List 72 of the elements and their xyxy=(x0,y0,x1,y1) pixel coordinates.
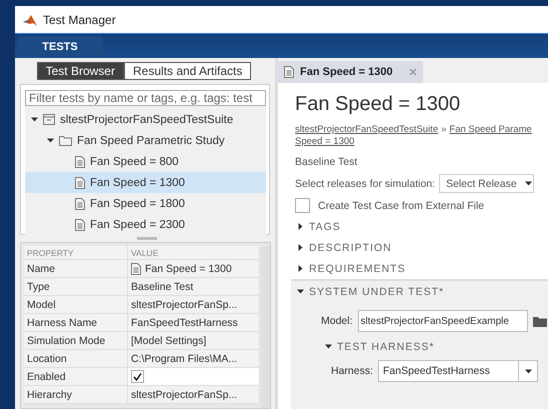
subsection-header[interactable]: TEST HARNESS* xyxy=(295,336,548,357)
tree-item[interactable]: Fan Speed = 800 xyxy=(25,151,266,172)
document-icon xyxy=(131,262,141,274)
tree-item-label: Fan Speed = 1300 xyxy=(90,176,185,188)
property-name: Location xyxy=(24,350,128,367)
tree-item[interactable]: Fan Speed Parametric Study xyxy=(25,130,266,151)
field-label: Harness: xyxy=(331,365,374,377)
property-value: sltestProjectorFanSp... xyxy=(128,386,260,403)
property-value-text: Fan Speed = 1300 xyxy=(145,262,232,274)
scrollbar[interactable] xyxy=(261,246,270,408)
property-name: Harness Name xyxy=(24,314,128,331)
document-icon xyxy=(75,218,85,230)
tree-item-label: Fan Speed Parametric Study xyxy=(77,134,225,146)
checkbox[interactable] xyxy=(295,198,310,213)
document-icon xyxy=(75,176,85,188)
folder-icon xyxy=(532,316,547,326)
section-header[interactable]: DESCRIPTION xyxy=(295,237,548,258)
window-title: Test Manager xyxy=(43,12,116,26)
tree-item-label: sltestProjectorFanSpeedTestSuite xyxy=(60,114,234,126)
property-name: Hierarchy xyxy=(24,386,128,403)
release-dropdown[interactable]: Select Release xyxy=(439,174,534,193)
property-value: C:\Program Files\MA... xyxy=(128,350,260,367)
breadcrumb-link[interactable]: Speed = 1300 xyxy=(295,136,354,147)
tree-item-label: Fan Speed = 800 xyxy=(90,156,179,168)
harness-dropdown[interactable]: FanSpeedTestHarness xyxy=(378,360,538,382)
checkmark-icon xyxy=(133,372,142,380)
tree-item[interactable]: Fan Speed = 2300 xyxy=(25,214,266,235)
property-name: Type xyxy=(24,278,128,295)
page-title: Fan Speed = 1300 xyxy=(295,93,462,116)
tree-item[interactable]: Fan Speed = 1300 xyxy=(25,172,266,193)
property-value: FanSpeedTestHarness xyxy=(128,314,260,331)
breadcrumb-link[interactable]: sltestProjectorFanSpeedTestSuite xyxy=(295,124,438,135)
property-name: Simulation Mode xyxy=(24,332,128,349)
checkbox-label: Create Test Case from External File xyxy=(318,200,484,212)
property-name: Model xyxy=(24,296,128,313)
property-value: sltestProjectorFanSp... xyxy=(128,296,260,313)
property-value: Baseline Test xyxy=(128,278,260,295)
logo-icon xyxy=(23,14,37,26)
panel-tab[interactable]: Results and Artifacts xyxy=(124,62,252,80)
close-icon xyxy=(408,68,417,76)
field-label: Model: xyxy=(321,315,353,327)
section-header[interactable]: SYSTEM UNDER TEST* xyxy=(295,281,548,302)
tree-item-label: Fan Speed = 2300 xyxy=(90,218,185,230)
section-header[interactable]: TAGS xyxy=(295,216,548,237)
tree-item[interactable]: sltestProjectorFanSpeedTestSuite xyxy=(25,109,266,130)
section-header[interactable]: REQUIREMENTS xyxy=(295,258,548,279)
property-value: [Model Settings] xyxy=(128,332,260,349)
breadcrumb-separator: » xyxy=(441,124,446,135)
release-label: Select releases for simulation: xyxy=(295,178,436,190)
document-tab[interactable]: Fan Speed = 1300 xyxy=(278,61,423,83)
folder-icon xyxy=(59,135,72,146)
tree-item-label: Fan Speed = 1800 xyxy=(90,198,185,210)
dropdown-caret-icon xyxy=(524,368,532,374)
tree-item[interactable]: Fan Speed = 1800 xyxy=(25,193,266,214)
tab-label: Fan Speed = 1300 xyxy=(300,66,393,78)
property-name: Name xyxy=(24,260,128,277)
test-type: Baseline Test xyxy=(295,156,358,168)
column-header: VALUE xyxy=(128,246,260,259)
model-field[interactable]: sltestProjectorFanSpeedExample xyxy=(358,310,528,332)
dropdown-caret-icon xyxy=(524,180,532,187)
document-icon xyxy=(75,198,85,210)
breadcrumb-link[interactable]: Fan Speed Parame xyxy=(449,124,532,135)
document-icon xyxy=(284,66,294,78)
suite-icon xyxy=(43,114,55,125)
filter-field[interactable]: Filter tests by name or tags, e.g. tags: test xyxy=(25,90,266,106)
enabled-checkbox[interactable] xyxy=(131,370,144,383)
document-icon xyxy=(75,156,85,168)
property-name: Enabled xyxy=(24,368,128,385)
splitter-handle[interactable] xyxy=(136,237,156,240)
column-header: PROPERTY xyxy=(24,246,128,259)
panel-tab[interactable]: Test Browser xyxy=(36,62,124,80)
toolstrip-tab[interactable]: TESTS xyxy=(17,36,103,58)
